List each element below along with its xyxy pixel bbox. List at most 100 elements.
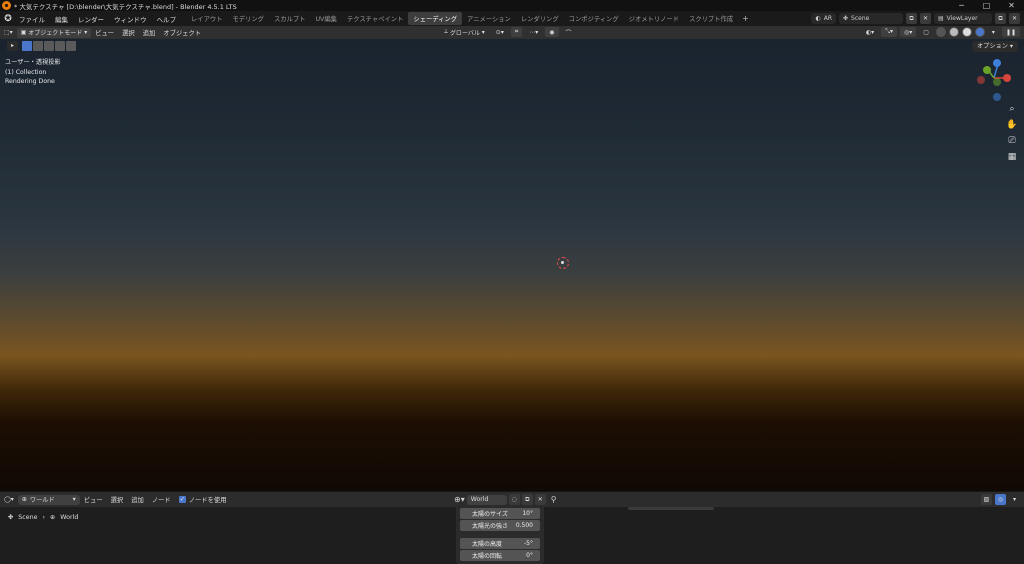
ar-label: AR <box>823 15 832 22</box>
overlay-toggle-icon[interactable]: ◎▾ <box>900 27 917 37</box>
unlink-world-icon[interactable]: ✕ <box>534 494 546 505</box>
shader-type-selector[interactable]: ⊕ ワールド ▾ <box>17 494 80 505</box>
node-overlay-options-icon[interactable]: ▾ <box>1009 494 1020 504</box>
zoom-icon[interactable]: ⌕ <box>1006 103 1018 115</box>
select-subtract-icon[interactable] <box>44 41 54 51</box>
gizmo-y-axis[interactable] <box>983 66 991 74</box>
tab-rendering[interactable]: レンダリング <box>516 12 564 25</box>
node-menu-select[interactable]: 選択 <box>107 495 128 504</box>
mode-selector[interactable]: ▣ オブジェクトモード ▾ <box>16 27 92 38</box>
toolbar-toggle-icon[interactable]: ▸ <box>7 41 18 51</box>
tab-texture-paint[interactable]: テクスチャペイント <box>342 12 408 25</box>
node-menu-node[interactable]: ノード <box>148 495 175 504</box>
camera-view-icon[interactable]: ⎚ <box>1006 135 1018 147</box>
use-nodes-toggle[interactable]: ✓ ノードを使用 <box>175 495 231 504</box>
tab-layout[interactable]: レイアウト <box>186 12 227 25</box>
select-new-icon[interactable] <box>22 41 32 51</box>
tab-scripting[interactable]: スクリプト作成 <box>684 12 738 25</box>
minimize-button[interactable]: ─ <box>949 0 974 11</box>
blender-menu-icon[interactable]: ✪ <box>2 14 14 24</box>
menu-render[interactable]: レンダー <box>73 14 109 24</box>
node-menu-view[interactable]: ビュー <box>80 495 107 504</box>
gizmo-toggle-icon[interactable]: ⤡▾ <box>881 27 897 37</box>
shading-options-icon[interactable]: ▾ <box>988 27 999 37</box>
rendered-shading-icon[interactable] <box>974 27 985 37</box>
delete-viewlayer-icon[interactable]: ✕ <box>1009 13 1020 24</box>
world-globe-icon[interactable]: ⊕▾ <box>454 495 465 504</box>
select-extend-icon[interactable] <box>33 41 43 51</box>
material-shading-icon[interactable] <box>961 27 972 37</box>
tab-sculpting[interactable]: スカルプト <box>269 12 310 25</box>
perspective-toggle-icon[interactable]: ▦ <box>1006 151 1018 163</box>
tab-modeling[interactable]: モデリング <box>227 12 268 25</box>
breadcrumb-scene[interactable]: Scene <box>18 514 37 521</box>
tab-shading[interactable]: シェーディング <box>408 12 463 25</box>
menu-add[interactable]: 追加 <box>139 28 160 37</box>
pin-icon[interactable]: ⚲ <box>551 495 557 504</box>
snap-icon[interactable]: ⌗ <box>510 27 523 37</box>
tab-uv-editing[interactable]: UV編集 <box>310 12 342 25</box>
viewlayer-selector[interactable]: ▤ ViewLayer <box>934 13 992 24</box>
wireframe-shading-icon[interactable] <box>935 27 946 37</box>
world-name-field[interactable]: World <box>466 494 507 505</box>
sun-elevation-field[interactable]: 太陽の高度 -5° <box>460 538 540 549</box>
tab-geometry-nodes[interactable]: ジオメトリノード <box>624 12 684 25</box>
navigation-gizmo[interactable] <box>972 56 1016 102</box>
node-scrollbar[interactable] <box>628 507 714 510</box>
node-editor-type-icon[interactable]: ◯▾ <box>0 495 18 505</box>
transform-orientation[interactable]: ⟂ グローバル ▾ <box>440 27 489 37</box>
gizmo-negative-x-axis[interactable] <box>977 76 985 84</box>
menu-edit[interactable]: 編集 <box>50 14 73 24</box>
scene-selector[interactable]: ✤ Scene <box>839 13 903 24</box>
menu-window[interactable]: ウィンドウ <box>109 14 152 24</box>
use-nodes-checkbox[interactable]: ✓ <box>178 496 186 503</box>
breadcrumb-world[interactable]: World <box>60 514 78 521</box>
new-world-icon[interactable]: ⧉ <box>521 494 533 505</box>
backdrop-icon[interactable]: ▧ <box>980 494 992 505</box>
sun-intensity-label: 太陽光の強さ <box>472 523 509 530</box>
maximize-button[interactable]: □ <box>974 0 999 11</box>
sun-intensity-field[interactable]: 太陽光の強さ 0.500 <box>460 520 540 531</box>
node-editor-right-tools: ▧ ◎ ▾ <box>980 494 1020 505</box>
menu-help[interactable]: ヘルプ <box>152 14 182 24</box>
pan-hand-icon[interactable]: ✋ <box>1006 119 1018 131</box>
proportional-edit-icon[interactable]: ◉ <box>545 27 559 37</box>
menu-view[interactable]: ビュー <box>91 28 118 37</box>
select-invert-icon[interactable] <box>55 41 65 51</box>
sidebar-toggle-icon[interactable]: ❚❚ <box>1001 27 1020 37</box>
visibility-icon[interactable]: ◐▾ <box>862 27 878 37</box>
close-button[interactable]: ✕ <box>999 0 1024 11</box>
node-menu-add[interactable]: 追加 <box>127 495 148 504</box>
menu-file[interactable]: ファイル <box>14 14 50 24</box>
pivot-icon[interactable]: ⊙▾ <box>492 27 508 37</box>
gizmo-z-axis[interactable] <box>993 59 1001 67</box>
falloff-icon[interactable]: ⌒ <box>562 27 576 37</box>
sun-rotation-field[interactable]: 太陽の回転 0° <box>460 550 540 561</box>
new-viewlayer-icon[interactable]: ⧉ <box>995 13 1006 24</box>
new-scene-icon[interactable]: ⧉ <box>906 13 917 24</box>
tab-animation[interactable]: アニメーション <box>462 12 516 25</box>
solid-shading-icon[interactable] <box>948 27 959 37</box>
xray-icon[interactable]: ▢ <box>919 27 933 37</box>
menu-object[interactable]: オブジェクト <box>159 28 205 37</box>
delete-scene-icon[interactable]: ✕ <box>920 13 931 24</box>
select-intersect-icon[interactable] <box>66 41 76 51</box>
sun-elevation-value: -5° <box>524 540 533 547</box>
add-workspace-icon[interactable]: + <box>738 14 753 23</box>
node-overlay-icon[interactable]: ◎ <box>994 494 1006 505</box>
editor-type-icon[interactable]: ⬚▾ <box>0 28 17 38</box>
sun-size-field[interactable]: 太陽のサイズ 10° <box>460 508 540 519</box>
menu-select[interactable]: 選択 <box>118 28 139 37</box>
sun-elevation-label: 太陽の高度 <box>472 541 503 548</box>
options-dropdown[interactable]: オプション ▾ <box>971 41 1018 52</box>
fake-user-icon[interactable]: ◌ <box>508 494 520 505</box>
3d-viewport[interactable] <box>0 39 1024 491</box>
gizmo-x-axis[interactable] <box>1003 74 1011 82</box>
ar-selector[interactable]: ◐ AR <box>811 13 836 24</box>
gizmo-negative-z-axis[interactable] <box>993 93 1001 101</box>
tab-compositing[interactable]: コンポジティング <box>564 12 624 25</box>
gizmo-negative-y-axis[interactable] <box>993 78 1001 86</box>
sun-settings-panel: 太陽のサイズ 10° 太陽光の強さ 0.500 太陽の高度 -5° 太陽の回転 … <box>456 505 544 564</box>
snap-target-icon[interactable]: ⋯▾ <box>525 27 542 37</box>
3d-cursor-icon[interactable] <box>557 257 569 269</box>
